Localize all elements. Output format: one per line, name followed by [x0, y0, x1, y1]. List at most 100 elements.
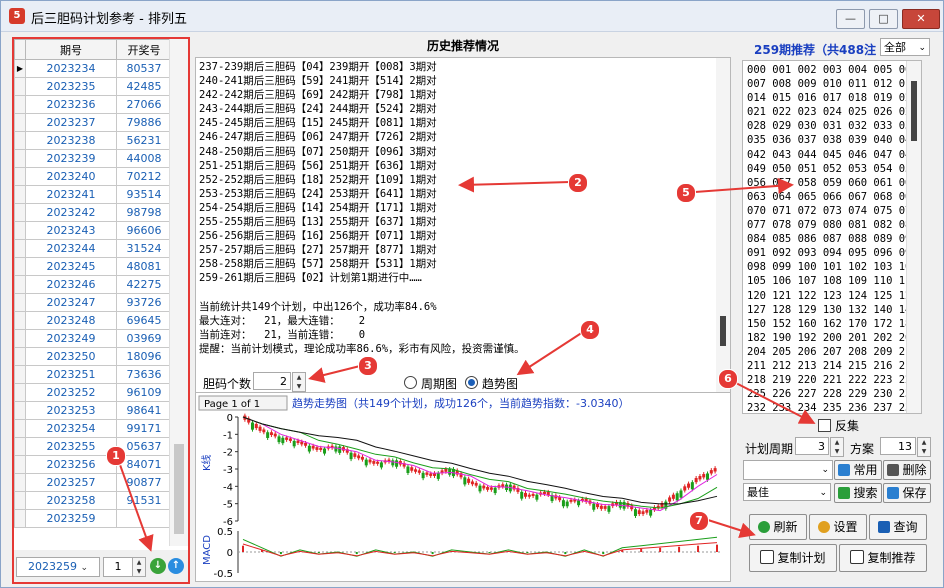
search-button[interactable]: 搜索 [834, 483, 882, 503]
period-cell[interactable]: 2023244 [25, 239, 117, 258]
common-button[interactable]: 常用 [834, 460, 882, 480]
table-row[interactable]: 2023253 98641 [14, 401, 172, 420]
best-select[interactable]: 最佳 ⌄ [743, 483, 831, 501]
period-cell[interactable]: 2023240 [25, 167, 117, 186]
result-cell[interactable]: 69645 [116, 311, 172, 330]
period-cell[interactable]: 2023241 [25, 185, 117, 204]
result-cell[interactable]: 31524 [116, 239, 172, 258]
period-cell[interactable]: 2023235 [25, 77, 117, 96]
count-field[interactable]: 1 [103, 557, 133, 577]
table-row[interactable]: 2023245 48081 [14, 257, 172, 276]
up-arrow-icon[interactable]: ↑ [168, 558, 184, 574]
result-cell[interactable]: 42275 [116, 275, 172, 294]
table-row[interactable]: 2023255 05637 [14, 437, 172, 456]
col-period-header[interactable]: 期号 [25, 39, 117, 60]
settings-button[interactable]: 设置 [809, 514, 867, 540]
table-row[interactable]: 2023259 [14, 509, 172, 528]
result-cell[interactable]: 79886 [116, 113, 172, 132]
period-cell[interactable]: 2023251 [25, 365, 117, 384]
table-row[interactable]: 2023239 44008 [14, 149, 172, 168]
table-row[interactable]: 2023251 73636 [14, 365, 172, 384]
maximize-button[interactable]: □ [869, 9, 898, 29]
table-row[interactable]: 2023246 42275 [14, 275, 172, 294]
result-cell[interactable]: 93726 [116, 293, 172, 312]
period-cell[interactable]: 2023259 [25, 509, 117, 528]
dan-count-stepper[interactable]: ▲ ▼ [292, 372, 306, 392]
table-row[interactable]: ▶ 2023234 80537 [14, 59, 172, 78]
reverse-label[interactable]: 反集 [835, 417, 859, 434]
history-scrollbar[interactable] [716, 58, 730, 401]
period-cell[interactable]: 2023245 [25, 257, 117, 276]
period-chart-label[interactable]: 周期图 [421, 375, 457, 392]
result-cell[interactable]: 93514 [116, 185, 172, 204]
table-row[interactable]: 2023249 03969 [14, 329, 172, 348]
copy-recommend-button[interactable]: 复制推荐 [839, 544, 927, 572]
result-cell[interactable]: 91531 [116, 491, 172, 510]
table-row[interactable]: 2023244 31524 [14, 239, 172, 258]
recommend-numbers-box[interactable]: 000 001 002 003 004 005 006 007 008 009 0… [742, 60, 922, 414]
refresh-button[interactable]: 刷新 [749, 514, 807, 540]
plan-period-field[interactable]: 3 [795, 437, 829, 455]
period-cell[interactable]: 2023253 [25, 401, 117, 420]
grid-scrollbar[interactable] [169, 39, 188, 546]
table-row[interactable]: 2023247 93726 [14, 293, 172, 312]
period-cell[interactable]: 2023248 [25, 311, 117, 330]
table-row[interactable]: 2023241 93514 [14, 185, 172, 204]
result-cell[interactable]: 90877 [116, 473, 172, 492]
result-cell[interactable]: 42485 [116, 77, 172, 96]
result-cell[interactable]: 98798 [116, 203, 172, 222]
period-cell[interactable]: 2023239 [25, 149, 117, 168]
table-row[interactable]: 2023235 42485 [14, 77, 172, 96]
scheme-field[interactable]: 13 [880, 437, 916, 455]
table-row[interactable]: 2023238 56231 [14, 131, 172, 150]
period-select[interactable]: 2023259 ⌄ [16, 557, 100, 577]
period-chart-radio[interactable] [404, 376, 417, 389]
numbers-scrollbar[interactable] [906, 61, 921, 413]
table-row[interactable]: 2023257 90877 [14, 473, 172, 492]
query-button[interactable]: 查询 [869, 514, 927, 540]
copy-plan-button[interactable]: 复制计划 [749, 544, 837, 572]
result-cell[interactable]: 99171 [116, 419, 172, 438]
period-cell[interactable]: 2023250 [25, 347, 117, 366]
plan-select[interactable]: ⌄ [743, 460, 833, 480]
result-cell[interactable]: 27066 [116, 95, 172, 114]
down-arrow-icon[interactable]: ↓ [150, 558, 166, 574]
dan-count-field[interactable]: 2 [253, 372, 291, 390]
table-row[interactable]: 2023248 69645 [14, 311, 172, 330]
plan-period-stepper[interactable]: ▲ ▼ [830, 437, 844, 457]
period-cell[interactable]: 2023257 [25, 473, 117, 492]
period-cell[interactable]: 2023237 [25, 113, 117, 132]
period-cell[interactable]: 2023247 [25, 293, 117, 312]
table-row[interactable]: 2023236 27066 [14, 95, 172, 114]
trend-chart-label[interactable]: 趋势图 [482, 375, 518, 392]
table-row[interactable]: 2023237 79886 [14, 113, 172, 132]
result-cell[interactable]: 73636 [116, 365, 172, 384]
col-result-header[interactable]: 开奖号 [116, 39, 172, 60]
count-stepper[interactable]: ▲ ▼ [132, 557, 146, 577]
result-cell[interactable]: 70212 [116, 167, 172, 186]
table-row[interactable]: 2023258 91531 [14, 491, 172, 510]
period-cell[interactable]: 2023242 [25, 203, 117, 222]
result-cell[interactable]: 98641 [116, 401, 172, 420]
filter-select[interactable]: 全部 ⌄ [880, 38, 930, 56]
table-row[interactable]: 2023256 84071 [14, 455, 172, 474]
table-row[interactable]: 2023243 96606 [14, 221, 172, 240]
scheme-stepper[interactable]: ▲ ▼ [917, 437, 931, 457]
save-button[interactable]: 保存 [883, 483, 931, 503]
result-cell[interactable] [116, 509, 172, 528]
delete-button[interactable]: 删除 [883, 460, 931, 480]
minimize-button[interactable]: — [836, 9, 865, 29]
table-row[interactable]: 2023252 96109 [14, 383, 172, 402]
period-cell[interactable]: 2023256 [25, 455, 117, 474]
period-cell[interactable]: 2023249 [25, 329, 117, 348]
period-cell[interactable]: 2023246 [25, 275, 117, 294]
trend-chart-radio[interactable] [465, 376, 478, 389]
history-textbox[interactable]: 237-239期后三胆码【04】239期开【008】3期对 240-241期后三胆… [195, 57, 731, 402]
result-cell[interactable]: 18096 [116, 347, 172, 366]
table-row[interactable]: 2023240 70212 [14, 167, 172, 186]
period-cell[interactable]: 2023236 [25, 95, 117, 114]
result-cell[interactable]: 44008 [116, 149, 172, 168]
close-button[interactable]: ✕ [902, 9, 940, 29]
period-cell[interactable]: 2023254 [25, 419, 117, 438]
reverse-checkbox[interactable] [818, 419, 831, 432]
